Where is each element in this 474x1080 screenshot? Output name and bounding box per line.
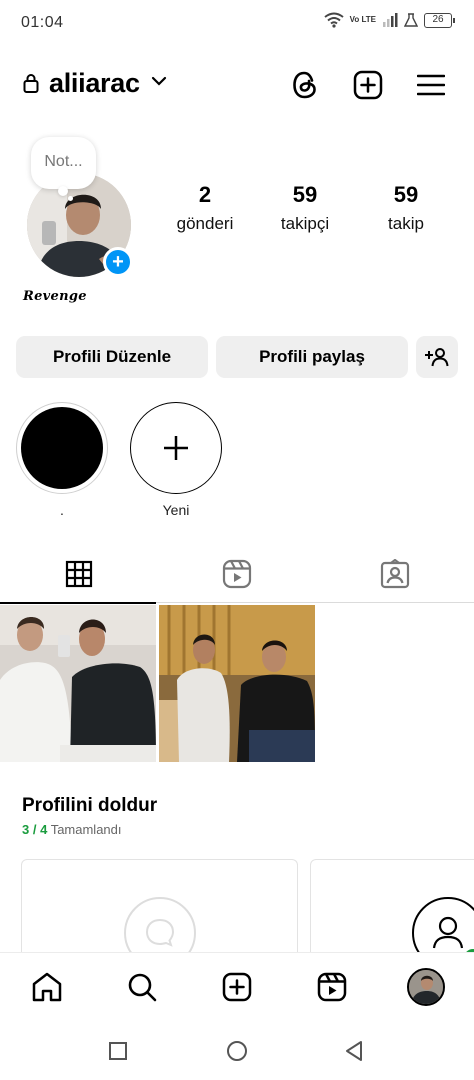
profile-tabs	[0, 545, 474, 604]
bottom-nav	[0, 952, 474, 1020]
note-bubble-tail-small	[68, 196, 73, 201]
circle-icon	[227, 1041, 247, 1061]
progress-suffix: Tamamlandı	[50, 822, 122, 837]
reels-icon	[222, 559, 252, 589]
note-bubble[interactable]: Not...	[31, 137, 96, 189]
create-post-button[interactable]	[351, 68, 385, 102]
new-highlight-ring	[130, 402, 222, 494]
share-profile-button[interactable]: Profili paylaş	[216, 336, 408, 378]
tab-active-indicator	[0, 602, 156, 604]
add-story-badge[interactable]: +	[103, 247, 133, 277]
profile-header: aliiarac	[0, 60, 474, 110]
post-thumbnail[interactable]	[159, 605, 315, 762]
progress-count: 3 / 4	[22, 822, 48, 837]
new-highlight-label: Yeni	[162, 502, 190, 518]
home-system-button[interactable]	[222, 1036, 252, 1066]
highlight-cover	[16, 402, 108, 494]
nav-profile[interactable]	[406, 967, 446, 1007]
tab-tagged[interactable]	[316, 545, 474, 603]
nav-search[interactable]	[122, 967, 162, 1007]
stat-followers[interactable]: 59 takipçi	[255, 182, 355, 234]
nav-home[interactable]	[27, 967, 67, 1007]
highlight-item[interactable]: .	[16, 402, 108, 518]
signal-icon	[383, 13, 398, 27]
bio-name: Revenge	[23, 289, 87, 304]
wifi-icon	[324, 12, 344, 28]
recent-apps-button[interactable]	[103, 1036, 133, 1066]
status-bar: 01:04 Vo LTE 26	[0, 0, 474, 46]
back-button[interactable]	[339, 1036, 369, 1066]
threads-button[interactable]	[288, 68, 322, 102]
complete-profile-title: Profilini doldur	[22, 795, 158, 816]
highlight-label: .	[60, 502, 64, 518]
stat-posts[interactable]: 2 gönderi	[155, 182, 255, 234]
tagged-icon	[380, 559, 410, 589]
note-bubble-tail	[58, 186, 68, 196]
volte-indicator: Vo LTE	[349, 15, 376, 24]
back-triangle-icon	[346, 1041, 362, 1061]
username-switcher[interactable]: aliiarac	[49, 68, 140, 99]
reels-icon	[317, 972, 347, 1002]
tab-reels[interactable]	[158, 545, 316, 603]
threads-icon	[293, 71, 316, 99]
nav-reels[interactable]	[312, 967, 352, 1007]
battery-indicator: 26	[424, 12, 455, 28]
lock-icon	[23, 74, 39, 93]
stat-posts-label: gönderi	[176, 214, 234, 233]
avatar	[407, 968, 445, 1006]
stat-followers-label: takipçi	[280, 214, 330, 233]
stat-posts-value: 2	[198, 182, 212, 207]
stat-following-label: takip	[388, 214, 424, 233]
tab-posts[interactable]	[0, 545, 158, 604]
status-time: 01:04	[21, 14, 64, 31]
add-person-icon	[425, 348, 449, 367]
plus-square-icon	[222, 972, 252, 1002]
search-icon	[128, 973, 157, 1002]
stat-following-value: 59	[393, 182, 419, 207]
plus-square-icon	[353, 70, 383, 100]
edit-profile-button[interactable]: Profili Düzenle	[16, 336, 208, 378]
grid-icon	[65, 560, 93, 588]
square-icon	[109, 1042, 127, 1060]
stat-followers-value: 59	[292, 182, 318, 207]
stat-following[interactable]: 59 takip	[356, 182, 456, 234]
system-nav-bar	[0, 1020, 474, 1080]
new-highlight-button[interactable]: Yeni	[130, 402, 222, 518]
nav-create[interactable]	[217, 967, 257, 1007]
menu-button[interactable]	[414, 68, 448, 102]
hamburger-menu-icon	[417, 74, 445, 96]
status-icons: Vo LTE 26	[324, 12, 455, 28]
plus-icon	[164, 436, 188, 460]
home-icon	[32, 972, 62, 1002]
post-thumbnail[interactable]	[0, 605, 156, 762]
chevron-down-icon[interactable]	[151, 76, 167, 86]
lab-flask-icon	[404, 13, 418, 27]
posts-grid	[0, 605, 474, 762]
discover-people-button[interactable]	[416, 336, 458, 378]
complete-profile-progress: 3 / 4 Tamamlandı	[22, 822, 122, 837]
